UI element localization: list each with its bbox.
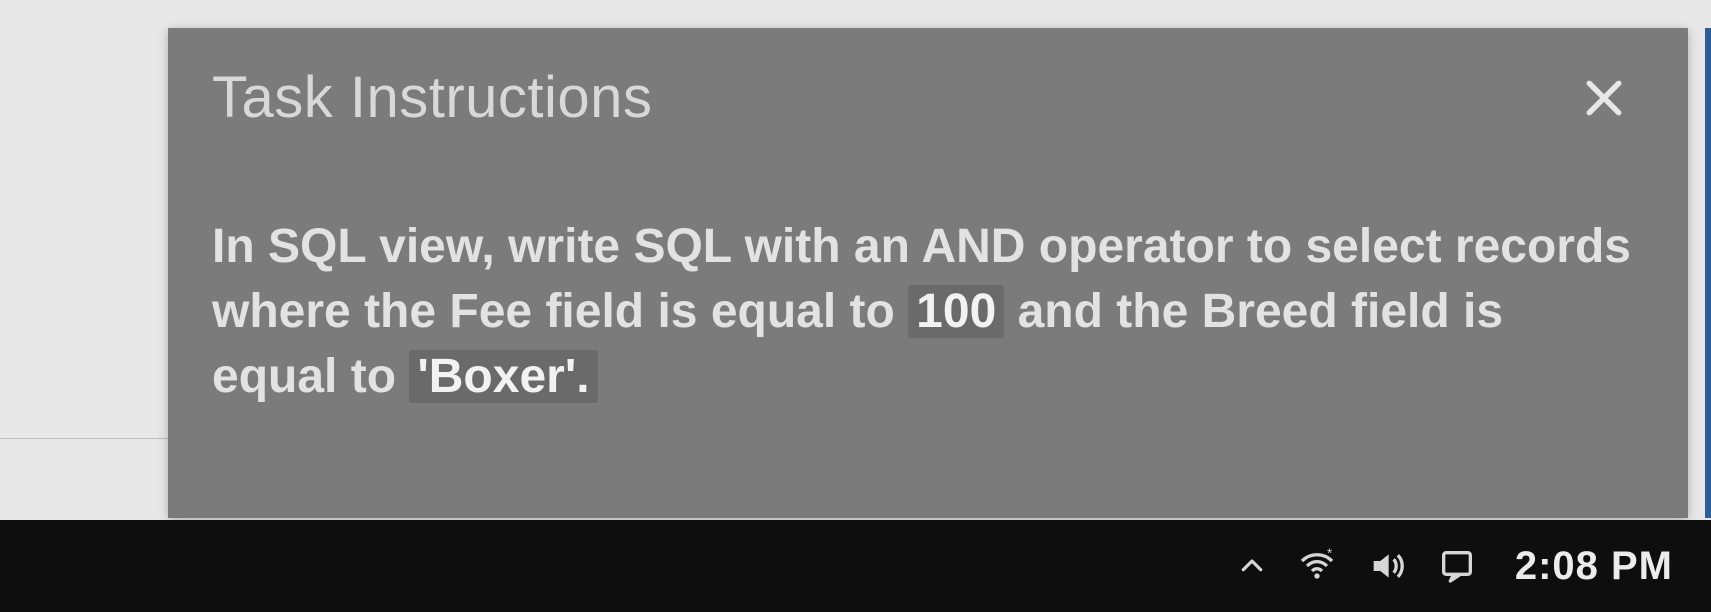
taskbar-clock[interactable]: 2:08 PM [1515,544,1673,589]
volume-tray-button[interactable] [1367,546,1407,586]
chevron-up-icon [1237,551,1267,581]
panel-body: In SQL view, write SQL with an AND opera… [212,215,1632,409]
panel-header: Task Instructions [212,64,1632,131]
left-divider [0,438,168,439]
tray-overflow-button[interactable] [1237,551,1267,581]
body-value-fee: 100 [908,285,1004,338]
action-center-button[interactable] [1437,546,1477,586]
task-instructions-panel: Task Instructions In SQL view, write SQL… [168,28,1688,518]
notification-icon [1437,546,1477,586]
taskbar: * 2:08 PM [0,520,1711,612]
close-icon [1582,76,1626,120]
panel-title: Task Instructions [212,64,652,131]
speaker-icon [1367,546,1407,586]
wifi-icon: * [1297,546,1337,586]
panel-right-edge [1705,28,1711,518]
svg-text:*: * [1327,546,1332,561]
body-value-breed: 'Boxer'. [409,350,597,403]
system-tray: * [1237,546,1477,586]
close-button[interactable] [1576,70,1632,126]
network-tray-button[interactable]: * [1297,546,1337,586]
